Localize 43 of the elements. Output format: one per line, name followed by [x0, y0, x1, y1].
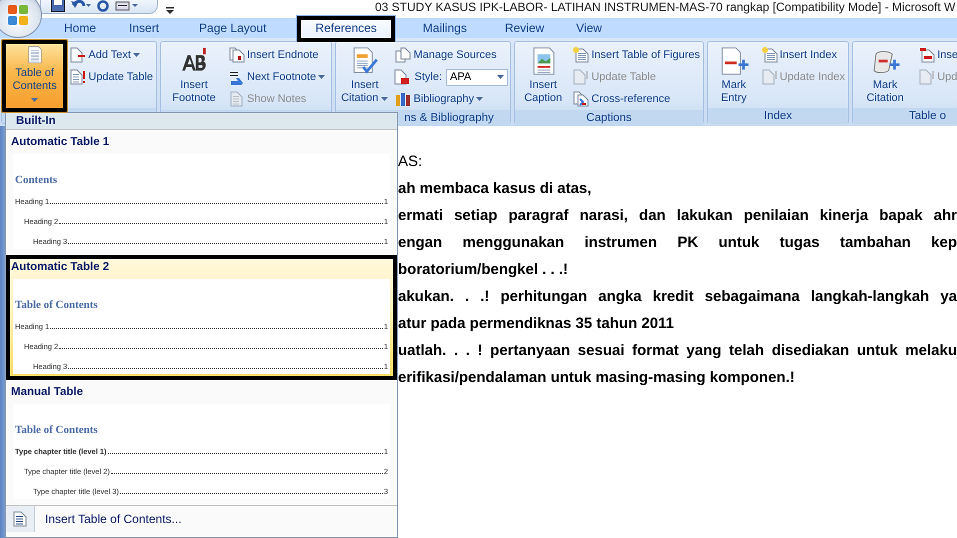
- document-line: ermati setiap paragraf narasi, dan lakukan penilaian kinerja bapak ahr: [398, 206, 957, 226]
- style-dropdown[interactable]: APA: [446, 68, 508, 86]
- document-line: erifikasi/pendalaman untuk masing-masing komponen.!: [398, 368, 795, 388]
- group-label: Table o: [909, 110, 946, 122]
- document-line: atur pada permendiknas 35 tahun 2011: [398, 314, 674, 334]
- group-label: Captions: [586, 112, 632, 124]
- ribbon-button[interactable]: Mark Citation: [855, 44, 916, 108]
- document-line: akukan. . .! perhitungan angka kredit sebagaimana langkah-langkah ya: [398, 287, 957, 307]
- ribbon-tab[interactable]: Insert: [115, 19, 174, 38]
- ribbon-button[interactable]: Mark Entry: [710, 44, 758, 108]
- ribbon-button[interactable]: Add Text: [69, 44, 154, 66]
- ribbon-button[interactable]: Insert Caption: [517, 44, 570, 108]
- ribbon-button[interactable]: Insert Footnote: [163, 44, 225, 108]
- menu-item[interactable]: Insert Table of Contents...: [41, 510, 186, 528]
- document-line: engan menggunakan instrumen PK untuk tugas tambahan kep: [398, 233, 957, 253]
- document-line: uatlah. . . ! pertanyaan sesuai format yang telah disediakan untuk melaku: [398, 341, 957, 361]
- ribbon-button[interactable]: Table of Contents: [1, 39, 68, 113]
- preview-heading: Table of Contents: [15, 299, 99, 311]
- ribbon-button[interactable]: Insert Endnote: [228, 44, 326, 66]
- document-line: AS:: [398, 152, 422, 172]
- ribbon-button[interactable]: Update Table: [69, 66, 154, 88]
- ribbon-button[interactable]: Insert Citation: [338, 44, 392, 108]
- ribbon-tab[interactable]: Page Layout: [185, 19, 280, 38]
- document-line: ah membaca kasus di atas,: [398, 179, 592, 199]
- window-title: 03 STUDY KASUS IPK-LABOR- LATIHAN INSTRUMEN-MAS-70 rangkap [Compatibility Mode] - Microsoft W: [375, 0, 956, 15]
- ribbon-button[interactable]: Manage Sources: [394, 44, 508, 66]
- ribbon-tab[interactable]: Mailings: [408, 19, 481, 38]
- ribbon-tab[interactable]: Home: [50, 19, 110, 38]
- document-line: boratorium/bengkel . . .!: [398, 260, 568, 280]
- ribbon-button[interactable]: Bibliography: [394, 88, 508, 110]
- ribbon-tab[interactable]: Review: [490, 19, 558, 38]
- field-label: Style:: [414, 71, 442, 83]
- ribbon-tab[interactable]: References: [296, 15, 396, 42]
- group-label: ns & Bibliography: [404, 112, 494, 124]
- preview-heading: Table of Contents: [15, 424, 99, 436]
- ribbon-button[interactable]: Insert Index: [760, 44, 846, 66]
- preview-heading: Contents: [15, 174, 58, 186]
- ribbon-tab[interactable]: View: [562, 19, 616, 38]
- ribbon-button[interactable]: Cross-reference: [572, 88, 701, 110]
- menu-header: Built-In: [6, 113, 397, 130]
- group-label: Index: [764, 110, 792, 122]
- ribbon-button[interactable]: Insert Table of Figures: [572, 44, 701, 66]
- ribbon-button[interactable]: Next Footnote: [228, 66, 326, 88]
